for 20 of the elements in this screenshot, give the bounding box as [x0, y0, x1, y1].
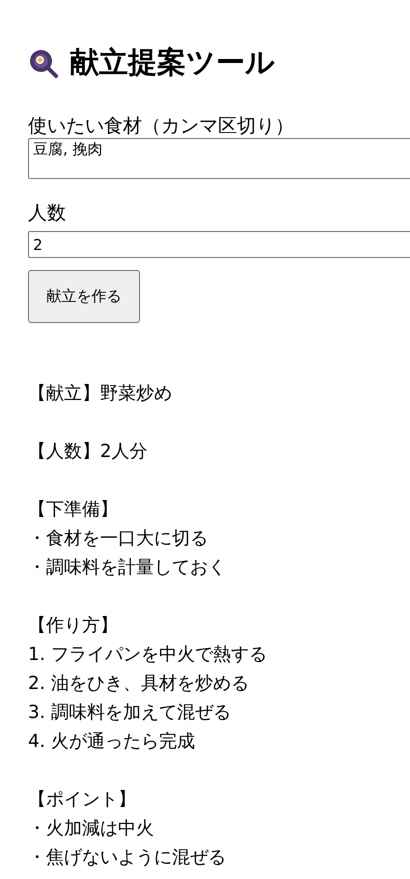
result-line: 【人数】2人分	[28, 440, 148, 464]
result-line: 【作り方】	[28, 614, 119, 638]
result-line: 3. 調味料を加えて混ぜる	[28, 701, 232, 725]
result-line: 【献立】野菜炒め	[28, 382, 173, 406]
result-line: ・焦げないように混ぜる	[28, 846, 227, 870]
ingredients-field[interactable]: 豆腐, 挽肉	[28, 138, 410, 179]
field-label: 人数	[28, 201, 67, 225]
field-label: 使いたい食材（カンマ区切り）	[28, 114, 295, 138]
servings-field[interactable]: 2	[28, 231, 410, 258]
result-line: ・食材を一口大に切る	[28, 527, 209, 551]
result-line: 4. 火が通ったら完成	[28, 730, 196, 754]
result-line: 【下準備】	[28, 498, 119, 522]
submit-button[interactable]: 献立を作る	[28, 270, 140, 323]
page-title: 献立提案ツール	[70, 46, 275, 82]
result-line: 【ポイント】	[28, 788, 137, 812]
result-line: ・火加減は中火	[28, 817, 155, 841]
result-line: ・調味料を計量しておく	[28, 556, 227, 580]
result-line: 2. 油をひき、具材を炒める	[28, 672, 250, 696]
result-line: 1. フライパンを中火で熱する	[28, 643, 268, 667]
frying-pan-icon	[28, 48, 60, 80]
